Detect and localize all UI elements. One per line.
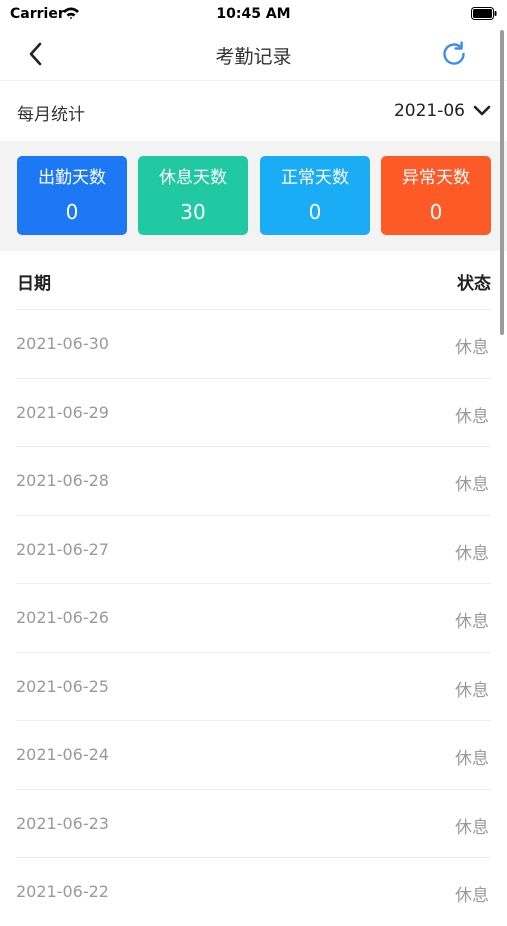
table-header: 日期 状态 — [0, 251, 507, 309]
record-date: 2021-06-30 — [16, 334, 109, 353]
stat-label: 正常天数 — [281, 168, 349, 188]
stat-value: 0 — [308, 200, 322, 224]
refresh-icon[interactable] — [439, 39, 469, 69]
stat-card-rest: 休息天数 30 — [138, 156, 248, 235]
scrollbar[interactable] — [500, 30, 504, 335]
month-picker[interactable]: 2021-06 — [394, 97, 491, 125]
record-status: 休息 — [455, 543, 489, 564]
record-date: 2021-06-24 — [16, 745, 109, 764]
record-date: 2021-06-29 — [16, 402, 109, 422]
page-title: 考勤记录 — [215, 46, 292, 68]
record-status: 休息 — [455, 406, 489, 427]
stat-card-abnormal: 异常天数 0 — [381, 156, 491, 235]
record-date: 2021-06-23 — [16, 813, 109, 833]
chevron-down-icon[interactable] — [473, 105, 491, 117]
list-item[interactable]: 2021-06-26 休息 — [16, 583, 491, 652]
month-value[interactable]: 2021-06 — [394, 101, 465, 121]
stat-value: 0 — [429, 200, 443, 224]
list-item[interactable]: 2021-06-22 休息 — [16, 857, 491, 926]
record-status: 休息 — [455, 886, 489, 906]
list-item[interactable]: 2021-06-30 休息 — [16, 309, 491, 378]
status-time: 10:45 AM — [216, 6, 291, 22]
record-status: 休息 — [455, 338, 489, 358]
attendance-list[interactable]: 2021-06-30 休息 2021-06-29 休息 2021-06-28 休息 2021… — [0, 309, 507, 926]
stats-panel: 出勤天数 0 休息天数 30 正常天数 0 异常天数 0 — [0, 141, 507, 251]
stat-value: 0 — [65, 200, 79, 224]
list-item[interactable]: 2021-06-28 休息 — [16, 446, 491, 515]
record-status: 休息 — [455, 475, 489, 495]
list-item[interactable]: 2021-06-24 休息 — [16, 720, 491, 789]
list-item[interactable]: 2021-06-23 休息 — [16, 788, 491, 858]
date-column-header: 日期 — [17, 274, 51, 294]
record-status: 休息 — [455, 680, 489, 701]
list-item[interactable]: 2021-06-27 休息 — [16, 514, 491, 584]
stat-label: 休息天数 — [159, 168, 227, 188]
record-status: 休息 — [455, 749, 489, 769]
record-date: 2021-06-27 — [16, 539, 109, 559]
stat-card-normal: 正常天数 0 — [260, 156, 370, 235]
record-status: 休息 — [455, 817, 489, 838]
stat-card-attendance: 出勤天数 0 — [17, 156, 127, 235]
record-date: 2021-06-22 — [16, 882, 109, 901]
list-item[interactable]: 2021-06-29 休息 — [16, 377, 491, 447]
record-date: 2021-06-28 — [16, 471, 109, 490]
monthly-stats-label: 每月统计 — [17, 105, 85, 125]
status-column-header: 状态 — [457, 274, 491, 294]
stat-value: 30 — [180, 200, 206, 224]
stat-label: 异常天数 — [402, 168, 470, 188]
record-status: 休息 — [455, 612, 489, 632]
record-date: 2021-06-25 — [16, 676, 109, 696]
record-date: 2021-06-26 — [16, 608, 109, 627]
battery-icon — [471, 7, 497, 20]
stat-label: 出勤天数 — [38, 168, 106, 188]
monthly-summary-row: 每月统计 2021-06 — [0, 81, 507, 141]
list-item[interactable]: 2021-06-25 休息 — [16, 651, 491, 721]
status-bar: Carrier 10:45 AM — [0, 0, 507, 28]
navigation-bar: 考勤记录 — [0, 28, 507, 81]
